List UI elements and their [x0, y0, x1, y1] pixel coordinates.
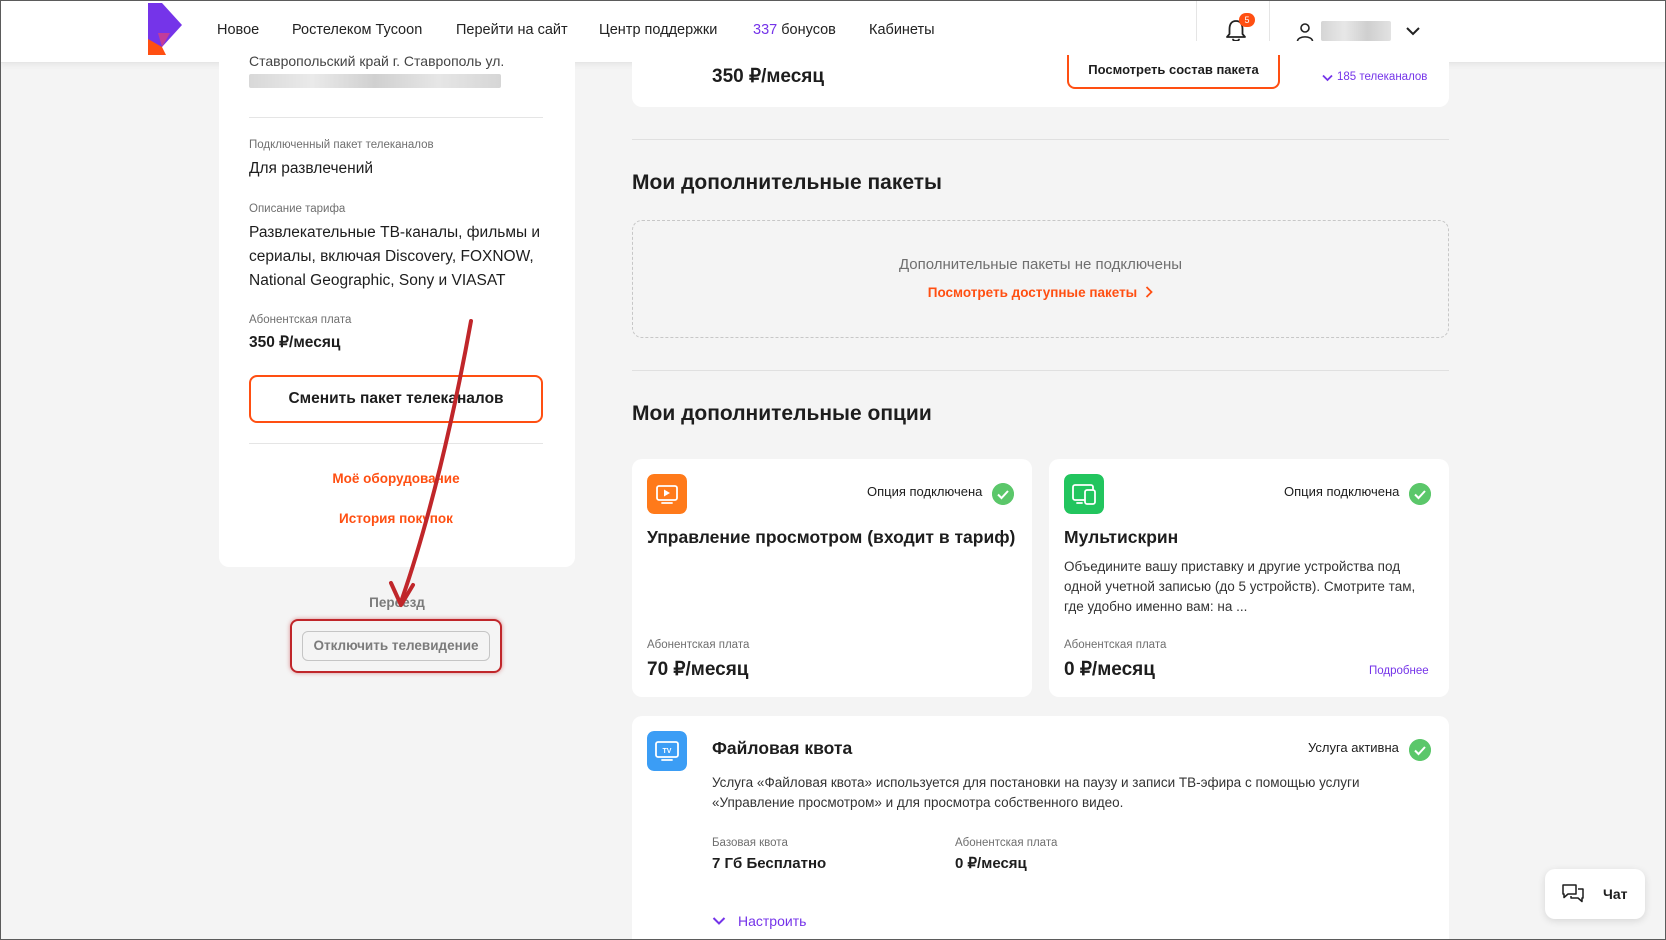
quota-fee-label: Абонентская плата — [955, 837, 1058, 849]
nav-bonuses[interactable]: 337 бонусов — [753, 22, 836, 38]
disable-tv-button[interactable]: Отключить телевидение — [302, 631, 490, 661]
check-icon — [1409, 739, 1431, 761]
bonus-label: бонусов — [781, 22, 836, 38]
move-link[interactable]: Переезд — [219, 595, 575, 610]
chevron-right-icon — [1146, 286, 1153, 298]
tv-tariff-card: Ставропольский край г. Ставрополь ул. По… — [219, 41, 575, 567]
option-fee-label: Абонентская плата — [1064, 639, 1167, 651]
play-screen-icon — [647, 474, 687, 514]
quota-title: Файловая квота — [712, 738, 853, 758]
configure-link[interactable]: Настроить — [712, 911, 806, 931]
option-card-multiscreen[interactable]: Опция подключена Мультискрин Объедините … — [1049, 459, 1449, 697]
option-fee: 70 ₽/месяц — [647, 659, 749, 680]
base-quota-label: Базовая квота — [712, 837, 788, 849]
package-value: Для развлечений — [249, 160, 374, 177]
rostelecom-logo[interactable] — [148, 3, 182, 55]
addons-empty-box: Дополнительные пакеты не подключены Посм… — [632, 220, 1449, 338]
option-title: Управление просмотром (входит в тариф) — [647, 527, 1016, 547]
chat-button[interactable]: Чат — [1545, 869, 1645, 919]
change-package-button[interactable]: Сменить пакет телеканалов — [249, 375, 543, 423]
option-status: Опция подключена — [867, 484, 983, 499]
nav-tycoon[interactable]: Ростелеком Tycoon — [292, 22, 422, 38]
chat-label: Чат — [1603, 886, 1628, 902]
annotation-highlight-box: Отключить телевидение — [290, 619, 502, 673]
fee-value: 350 ₽/месяц — [249, 334, 341, 351]
chat-icon — [1562, 884, 1584, 903]
divider — [249, 117, 543, 118]
fee-label: Абонентская плата — [249, 314, 352, 326]
address-redacted — [249, 74, 501, 88]
channels-count-link[interactable]: 185 телеканалов — [1322, 71, 1427, 83]
option-fee: 0 ₽/месяц — [1064, 659, 1155, 680]
chevron-down-icon — [1322, 74, 1333, 82]
address-line: Ставропольский край г. Ставрополь ул. — [249, 53, 505, 69]
multiscreen-icon — [1064, 474, 1104, 514]
check-icon — [1409, 483, 1431, 505]
tv-icon: TV — [647, 731, 687, 771]
package-price: 350 ₽/месяц — [712, 66, 825, 87]
check-icon — [992, 483, 1014, 505]
quota-status: Услуга активна — [1308, 740, 1399, 755]
divider — [632, 139, 1449, 140]
option-card-viewing-control[interactable]: Опция подключена Управление просмотром (… — [632, 459, 1032, 697]
quota-description: Услуга «Файловая квота» используется для… — [712, 775, 1360, 810]
configure-label: Настроить — [738, 913, 807, 929]
user-name-redacted[interactable] — [1321, 21, 1391, 41]
description-value: Развлекательные ТВ-каналы, фильмы и сери… — [249, 224, 541, 289]
channels-count-label: 185 телеканалов — [1337, 71, 1428, 83]
option-description: Объедините вашу приставку и другие устро… — [1064, 559, 1416, 614]
my-equipment-link[interactable]: Моё оборудование — [249, 471, 543, 486]
description-label: Описание тарифа — [249, 203, 346, 215]
user-icon[interactable] — [1295, 22, 1315, 42]
svg-text:TV: TV — [663, 748, 672, 755]
quota-fee-value: 0 ₽/месяц — [955, 855, 1027, 872]
nav-go-to-site[interactable]: Перейти на сайт — [456, 22, 568, 38]
addons-title: Мои дополнительные пакеты — [632, 171, 942, 194]
option-title: Мультискрин — [1064, 527, 1179, 547]
nav-support-center[interactable]: Центр поддержки — [599, 22, 717, 38]
option-fee-label: Абонентская плата — [647, 639, 750, 651]
divider — [632, 370, 1449, 371]
view-package-composition-button[interactable]: Посмотреть состав пакета — [1067, 55, 1280, 89]
option-status: Опция подключена — [1284, 484, 1400, 499]
base-quota-value: 7 Гб Бесплатно — [712, 855, 827, 872]
view-available-packages-label: Посмотреть доступные пакеты — [927, 285, 1138, 300]
chevron-down-icon — [712, 917, 726, 925]
bonus-count: 337 — [753, 22, 778, 38]
notifications-badge: 5 — [1239, 13, 1255, 27]
purchase-history-link[interactable]: История покупок — [249, 511, 543, 526]
file-quota-card: TV Файловая квота Услуга активна Услуга … — [632, 716, 1449, 939]
tv-package-card: 350 ₽/месяц Посмотреть состав пакета 185… — [632, 41, 1449, 107]
divider — [249, 443, 543, 444]
options-title: Мои дополнительные опции — [632, 402, 932, 425]
package-label: Подключенный пакет телеканалов — [249, 139, 434, 151]
page-viewport: Новое Ростелеком Tycoon Перейти на сайт … — [0, 0, 1666, 940]
view-available-packages-link[interactable]: Посмотреть доступные пакеты — [633, 285, 1448, 300]
addons-empty-text: Дополнительные пакеты не подключены — [898, 256, 1183, 273]
chevron-down-icon[interactable] — [1405, 24, 1421, 38]
nav-cabinets[interactable]: Кабинеты — [869, 22, 935, 38]
more-details-link[interactable]: Подробнее — [1369, 665, 1429, 677]
nav-new[interactable]: Новое — [217, 22, 259, 38]
